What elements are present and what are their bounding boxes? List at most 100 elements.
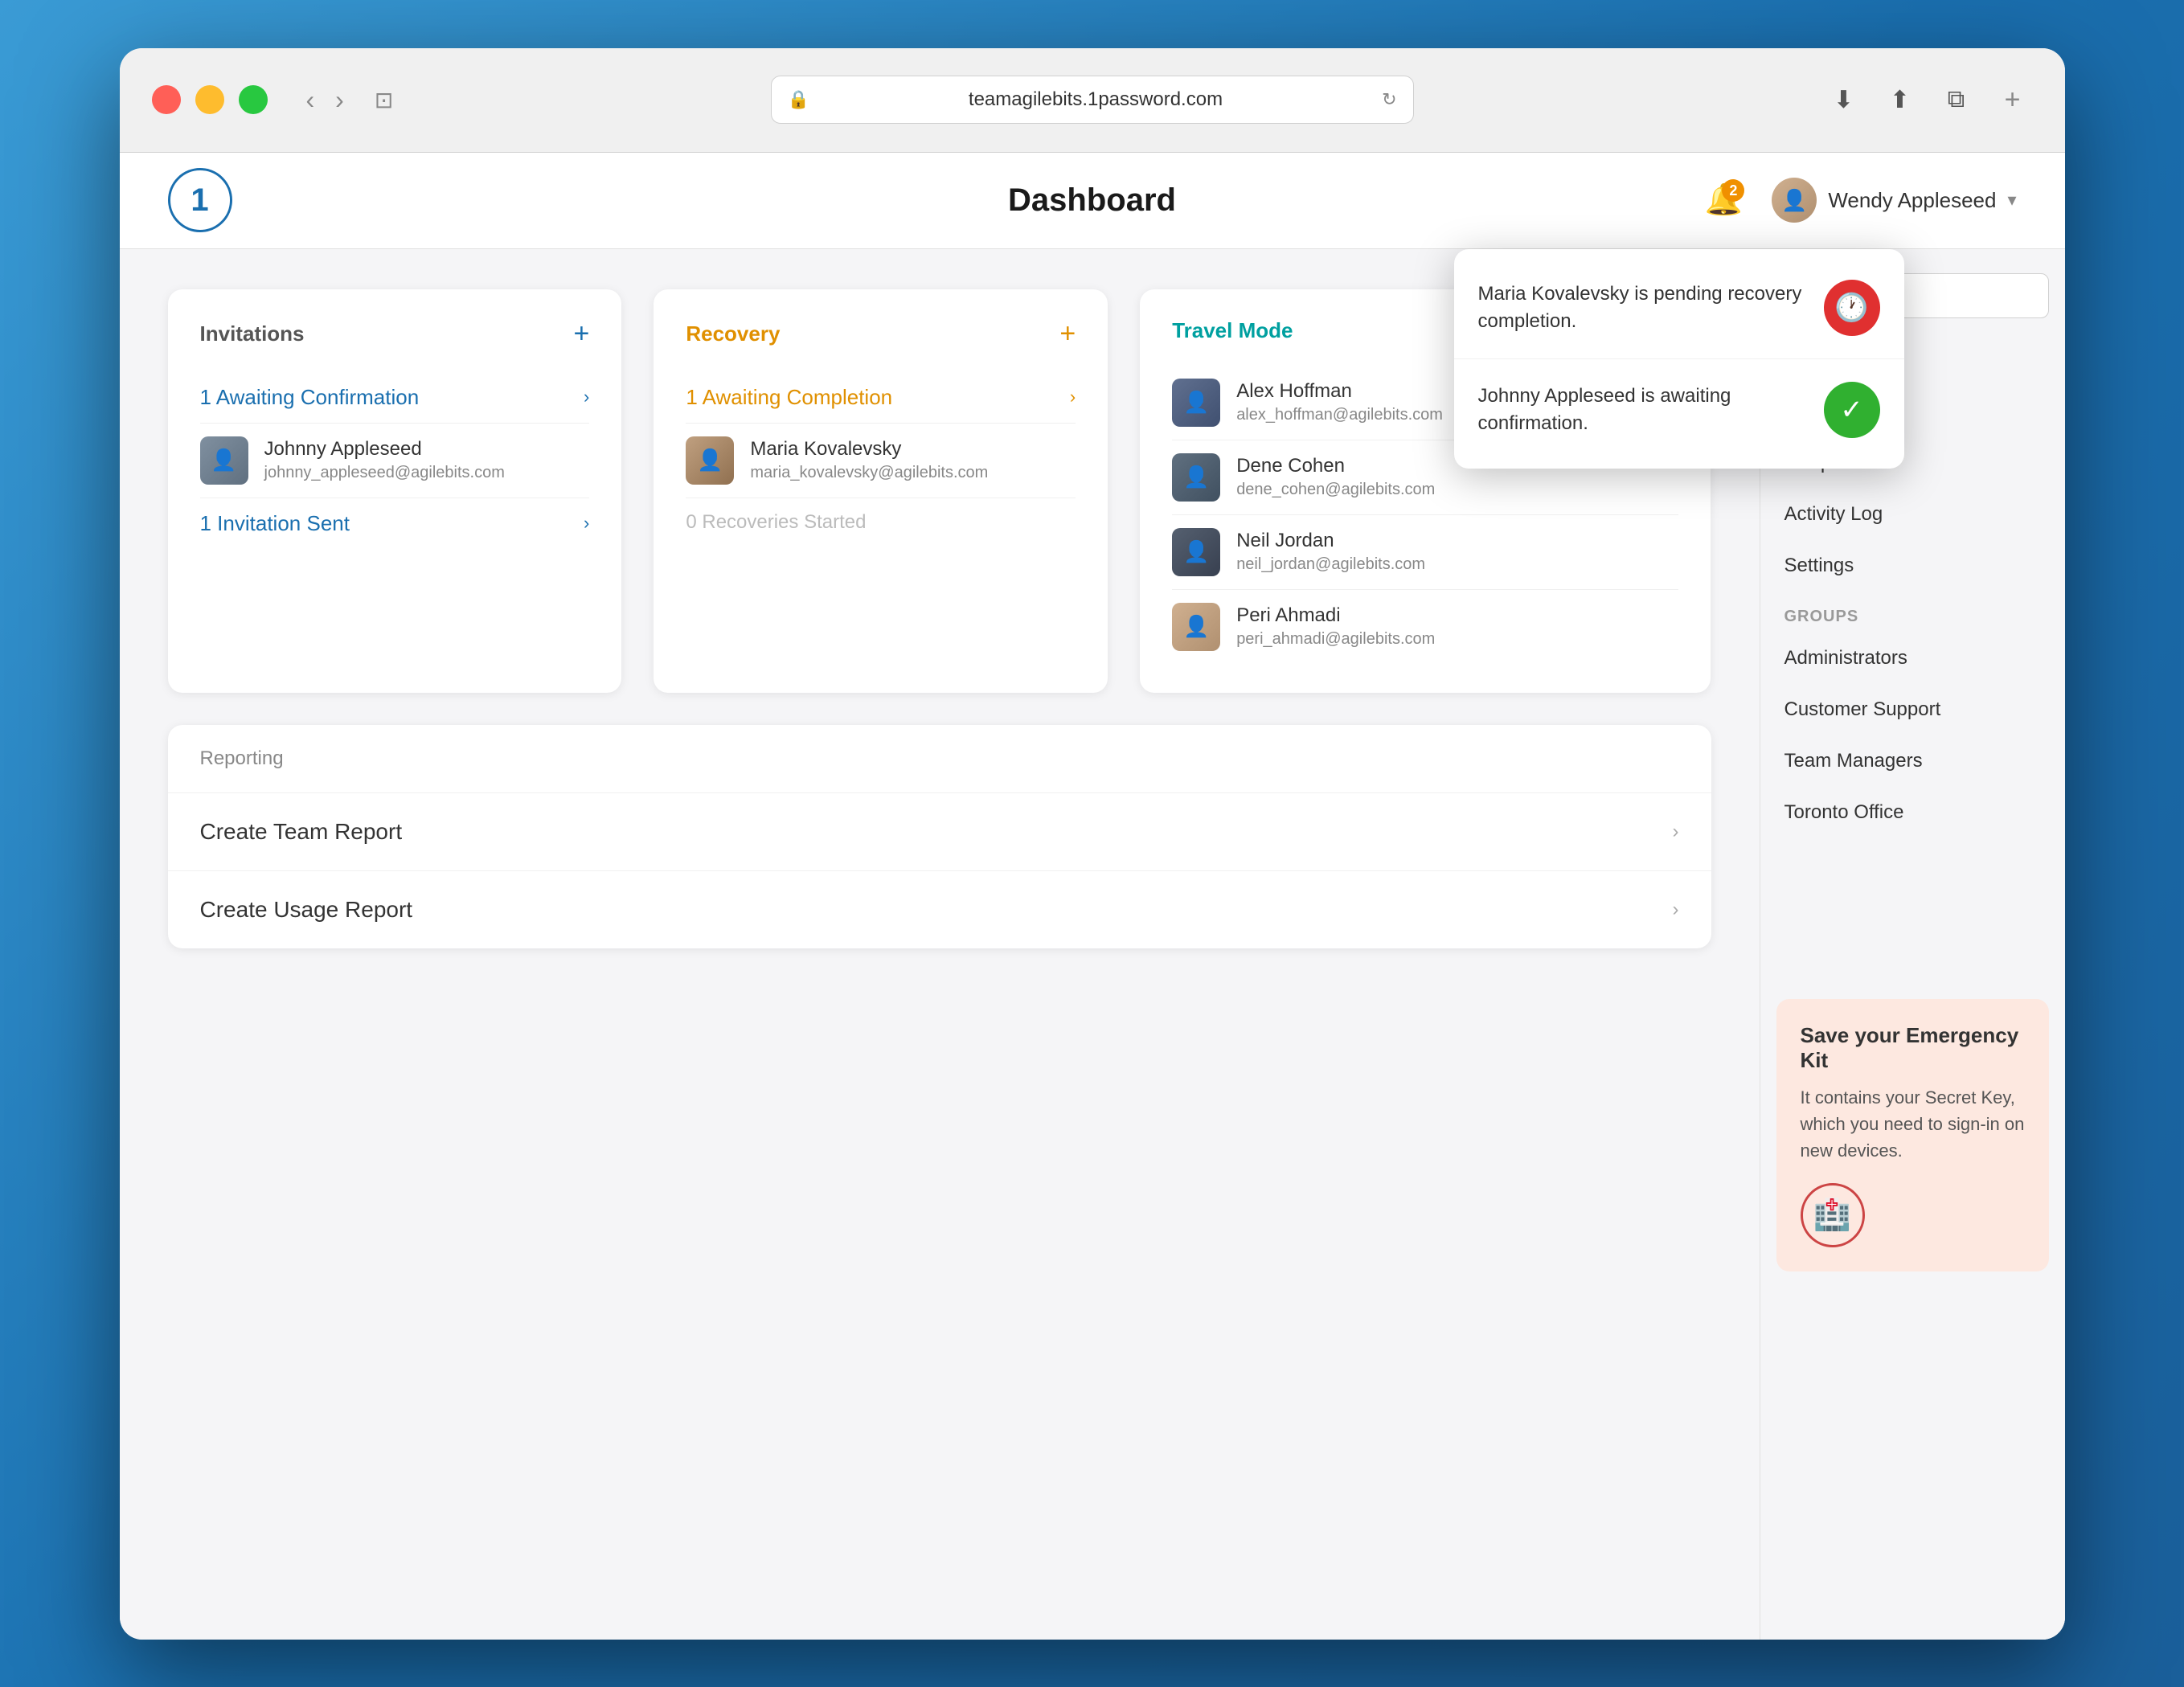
create-usage-report-label: Create Usage Report xyxy=(200,897,413,923)
sidebar-item-team-managers[interactable]: Team Managers xyxy=(1760,735,2065,787)
user-avatar: 👤 xyxy=(1772,178,1817,223)
chevron-right-icon-6: › xyxy=(1673,899,1679,921)
person-name-maria: Maria Kovalevsky xyxy=(750,438,1076,461)
person-neil: 👤 Neil Jordan neil_jordan@agilebits.com xyxy=(1172,515,1678,590)
person-email-dene: dene_cohen@agilebits.com xyxy=(1236,481,1678,499)
sidebar-item-activity-log[interactable]: Activity Log xyxy=(1760,489,2065,540)
check-icon: ✓ xyxy=(1840,394,1863,426)
address-bar[interactable]: 🔒 teamagilebits.1password.com ↻ xyxy=(771,76,1414,124)
avatar-icon: 👤 xyxy=(211,448,236,473)
notification-button[interactable]: 🔔 2 xyxy=(1699,176,1748,224)
header-right: 🔔 2 👤 Wendy Appleseed ▾ xyxy=(1699,176,2016,224)
chevron-down-icon: ▾ xyxy=(2007,190,2016,211)
avatar-icon-2: 👤 xyxy=(697,448,723,473)
clock-icon: 🕐 xyxy=(1834,292,1868,324)
person-email-johnny: johnny_appleseed@agilebits.com xyxy=(264,464,590,482)
forward-button[interactable]: › xyxy=(329,84,350,116)
lock-icon: 🔒 xyxy=(788,89,809,110)
person-info-johnny: Johnny Appleseed johnny_appleseed@agileb… xyxy=(264,438,590,482)
emergency-kit-icon[interactable]: 🏥 xyxy=(1801,1183,1865,1247)
emergency-kit-title: Save your Emergency Kit xyxy=(1801,1023,2025,1073)
notification-dropdown: Maria Kovalevsky is pending recovery com… xyxy=(1454,249,1904,469)
avatar-icon-4: 👤 xyxy=(1183,465,1209,489)
person-email-neil: neil_jordan@agilebits.com xyxy=(1236,555,1678,574)
recovery-card-header: Recovery + xyxy=(686,318,1076,350)
back-button[interactable]: ‹ xyxy=(300,84,322,116)
titlebar-actions: ⬇ ⬆ ⧉ + xyxy=(1824,80,2033,120)
avatar-johnny: 👤 xyxy=(200,436,248,485)
app-title: Dashboard xyxy=(1008,182,1176,219)
chevron-right-icon-5: › xyxy=(1673,821,1679,843)
download-button[interactable]: ⬇ xyxy=(1824,80,1864,120)
avatar-icon-6: 👤 xyxy=(1183,614,1209,639)
emergency-kit-text: It contains your Secret Key, which you n… xyxy=(1801,1084,2025,1164)
notif-text-1: Johnny Appleseed is awaiting confirmatio… xyxy=(1478,383,1805,436)
refresh-icon[interactable]: ↻ xyxy=(1382,89,1396,110)
nav-arrows: ‹ › xyxy=(300,84,350,116)
app-logo: 1 xyxy=(168,168,232,232)
notif-icon-red: 🕐 xyxy=(1824,280,1880,336)
logo-label: 1 xyxy=(191,182,208,219)
sidebar-item-administrators[interactable]: Administrators xyxy=(1760,633,2065,684)
invitations-card: Invitations + 1 Awaiting Confirmation › … xyxy=(168,289,622,693)
person-name-peri: Peri Ahmadi xyxy=(1236,604,1678,627)
avatar-maria: 👤 xyxy=(686,436,734,485)
create-team-report-item[interactable]: Create Team Report › xyxy=(168,793,1711,871)
create-team-report-label: Create Team Report xyxy=(200,819,403,845)
person-info-neil: Neil Jordan neil_jordan@agilebits.com xyxy=(1236,530,1678,574)
new-tab-button[interactable]: ⧉ xyxy=(1936,80,1977,120)
person-name-neil: Neil Jordan xyxy=(1236,530,1678,552)
avatar-alex: 👤 xyxy=(1172,379,1220,427)
person-johnny: 👤 Johnny Appleseed johnny_appleseed@agil… xyxy=(200,424,590,498)
notif-item-0[interactable]: Maria Kovalevsky is pending recovery com… xyxy=(1454,257,1904,359)
invitations-add-button[interactable]: + xyxy=(573,318,589,350)
first-aid-icon: 🏥 xyxy=(1813,1198,1851,1233)
sidebar-label-team-managers: Team Managers xyxy=(1784,750,1923,772)
notif-text-0: Maria Kovalevsky is pending recovery com… xyxy=(1478,280,1805,334)
groups-section-label: GROUPS xyxy=(1760,592,2065,633)
sidebar-item-settings[interactable]: Settings xyxy=(1760,540,2065,592)
app-header: 1 Dashboard 🔔 2 👤 Wendy Appleseed ▾ xyxy=(120,153,2065,249)
person-email-maria: maria_kovalevsky@agilebits.com xyxy=(750,464,1076,482)
sidebar-item-customer-support[interactable]: Customer Support xyxy=(1760,684,2065,735)
sidebar-label-administrators: Administrators xyxy=(1784,647,1907,669)
user-name-label: Wendy Appleseed xyxy=(1828,188,1996,213)
avatar-icon-5: 👤 xyxy=(1183,539,1209,564)
minimize-button[interactable] xyxy=(195,85,224,114)
window-controls xyxy=(152,85,268,114)
invitation-sent-link[interactable]: 1 Invitation Sent › xyxy=(200,498,590,549)
person-name-johnny: Johnny Appleseed xyxy=(264,438,590,461)
emergency-kit: Save your Emergency Kit It contains your… xyxy=(1776,999,2049,1271)
reporting-card: Reporting Create Team Report › Create Us… xyxy=(168,725,1711,948)
avatar-dene: 👤 xyxy=(1172,453,1220,502)
avatar-neil: 👤 xyxy=(1172,528,1220,576)
recovery-card: Recovery + 1 Awaiting Completion › 👤 xyxy=(654,289,1108,693)
chevron-right-icon-3: › xyxy=(1070,387,1076,407)
invitations-title: Invitations xyxy=(200,321,305,346)
sidebar-toggle-button[interactable]: ⊡ xyxy=(375,87,393,113)
address-bar-wrapper: 🔒 teamagilebits.1password.com ↻ xyxy=(120,76,2065,124)
person-peri: 👤 Peri Ahmadi peri_ahmadi@agilebits.com xyxy=(1172,590,1678,664)
recoveries-started-text: 0 Recoveries Started xyxy=(686,498,1076,547)
app-content: 1 Dashboard 🔔 2 👤 Wendy Appleseed ▾ xyxy=(120,153,2065,1640)
avatar-initials: 👤 xyxy=(1781,188,1807,213)
notif-item-1[interactable]: Johnny Appleseed is awaiting confirmatio… xyxy=(1454,359,1904,461)
avatar-peri: 👤 xyxy=(1172,603,1220,651)
close-button[interactable] xyxy=(152,85,181,114)
add-button[interactable]: + xyxy=(1993,80,2033,120)
person-info-maria: Maria Kovalevsky maria_kovalevsky@agileb… xyxy=(750,438,1076,482)
url-display: teamagilebits.1password.com xyxy=(821,88,1371,111)
awaiting-completion-link[interactable]: 1 Awaiting Completion › xyxy=(686,372,1076,424)
awaiting-confirmation-link[interactable]: 1 Awaiting Confirmation › xyxy=(200,372,590,424)
maximize-button[interactable] xyxy=(239,85,268,114)
chevron-right-icon-2: › xyxy=(584,513,589,534)
person-email-peri: peri_ahmadi@agilebits.com xyxy=(1236,630,1678,649)
user-menu-button[interactable]: 👤 Wendy Appleseed ▾ xyxy=(1772,178,2016,223)
travel-mode-title: Travel Mode xyxy=(1172,318,1293,343)
chevron-right-icon: › xyxy=(584,387,589,407)
create-usage-report-item[interactable]: Create Usage Report › xyxy=(168,871,1711,948)
invitations-card-header: Invitations + xyxy=(200,318,590,350)
recovery-add-button[interactable]: + xyxy=(1059,318,1076,350)
share-button[interactable]: ⬆ xyxy=(1880,80,1920,120)
sidebar-item-toronto-office[interactable]: Toronto Office xyxy=(1760,787,2065,838)
